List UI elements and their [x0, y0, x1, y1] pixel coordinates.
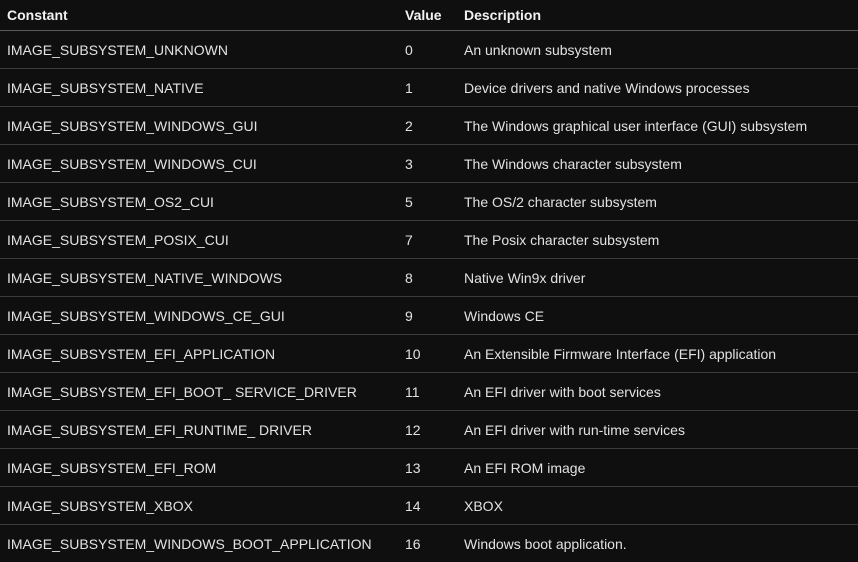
value-cell: 13 [397, 449, 457, 487]
value-cell: 16 [397, 525, 457, 562]
description-cell: The Windows character subsystem [457, 145, 858, 183]
table-row: IMAGE_SUBSYSTEM_EFI_RUNTIME_ DRIVER12An … [0, 411, 858, 449]
value-cell: 11 [397, 373, 457, 411]
constant-cell: IMAGE_SUBSYSTEM_WINDOWS_GUI [0, 107, 397, 145]
description-cell: An unknown subsystem [457, 31, 858, 69]
table-row: IMAGE_SUBSYSTEM_WINDOWS_GUI2The Windows … [0, 107, 858, 145]
header-value: Value [397, 0, 457, 31]
value-cell: 10 [397, 335, 457, 373]
table-row: IMAGE_SUBSYSTEM_POSIX_CUI7The Posix char… [0, 221, 858, 259]
value-cell: 7 [397, 221, 457, 259]
description-cell: The Windows graphical user interface (GU… [457, 107, 858, 145]
value-cell: 9 [397, 297, 457, 335]
table-row: IMAGE_SUBSYSTEM_XBOX14XBOX [0, 487, 858, 525]
description-cell: Windows boot application. [457, 525, 858, 562]
constant-cell: IMAGE_SUBSYSTEM_OS2_CUI [0, 183, 397, 221]
constant-cell: IMAGE_SUBSYSTEM_WINDOWS_BOOT_APPLICATION [0, 525, 397, 562]
constant-cell: IMAGE_SUBSYSTEM_WINDOWS_CUI [0, 145, 397, 183]
table-row: IMAGE_SUBSYSTEM_WINDOWS_CUI3The Windows … [0, 145, 858, 183]
header-row: Constant Value Description [0, 0, 858, 31]
table-header: Constant Value Description [0, 0, 858, 31]
header-constant: Constant [0, 0, 397, 31]
value-cell: 2 [397, 107, 457, 145]
table-row: IMAGE_SUBSYSTEM_UNKNOWN0An unknown subsy… [0, 31, 858, 69]
description-cell: Device drivers and native Windows proces… [457, 69, 858, 107]
value-cell: 0 [397, 31, 457, 69]
description-cell: An Extensible Firmware Interface (EFI) a… [457, 335, 858, 373]
table-row: IMAGE_SUBSYSTEM_EFI_BOOT_ SERVICE_DRIVER… [0, 373, 858, 411]
table-row: IMAGE_SUBSYSTEM_NATIVE1Device drivers an… [0, 69, 858, 107]
constant-cell: IMAGE_SUBSYSTEM_EFI_RUNTIME_ DRIVER [0, 411, 397, 449]
value-cell: 1 [397, 69, 457, 107]
header-description: Description [457, 0, 858, 31]
value-cell: 8 [397, 259, 457, 297]
constant-cell: IMAGE_SUBSYSTEM_POSIX_CUI [0, 221, 397, 259]
table-row: IMAGE_SUBSYSTEM_WINDOWS_CE_GUI9Windows C… [0, 297, 858, 335]
constant-cell: IMAGE_SUBSYSTEM_NATIVE_WINDOWS [0, 259, 397, 297]
value-cell: 14 [397, 487, 457, 525]
table-body: IMAGE_SUBSYSTEM_UNKNOWN0An unknown subsy… [0, 31, 858, 562]
constant-cell: IMAGE_SUBSYSTEM_EFI_BOOT_ SERVICE_DRIVER [0, 373, 397, 411]
constant-cell: IMAGE_SUBSYSTEM_NATIVE [0, 69, 397, 107]
table-row: IMAGE_SUBSYSTEM_OS2_CUI5The OS/2 charact… [0, 183, 858, 221]
table-row: IMAGE_SUBSYSTEM_WINDOWS_BOOT_APPLICATION… [0, 525, 858, 562]
constant-cell: IMAGE_SUBSYSTEM_XBOX [0, 487, 397, 525]
constant-cell: IMAGE_SUBSYSTEM_EFI_ROM [0, 449, 397, 487]
description-cell: The OS/2 character subsystem [457, 183, 858, 221]
constant-cell: IMAGE_SUBSYSTEM_WINDOWS_CE_GUI [0, 297, 397, 335]
constant-cell: IMAGE_SUBSYSTEM_EFI_APPLICATION [0, 335, 397, 373]
description-cell: Native Win9x driver [457, 259, 858, 297]
description-cell: XBOX [457, 487, 858, 525]
value-cell: 12 [397, 411, 457, 449]
description-cell: The Posix character subsystem [457, 221, 858, 259]
description-cell: An EFI ROM image [457, 449, 858, 487]
constant-cell: IMAGE_SUBSYSTEM_UNKNOWN [0, 31, 397, 69]
value-cell: 5 [397, 183, 457, 221]
description-cell: Windows CE [457, 297, 858, 335]
description-cell: An EFI driver with run-time services [457, 411, 858, 449]
table-row: IMAGE_SUBSYSTEM_EFI_APPLICATION10An Exte… [0, 335, 858, 373]
table-row: IMAGE_SUBSYSTEM_NATIVE_WINDOWS8Native Wi… [0, 259, 858, 297]
value-cell: 3 [397, 145, 457, 183]
description-cell: An EFI driver with boot services [457, 373, 858, 411]
subsystem-table: Constant Value Description IMAGE_SUBSYST… [0, 0, 858, 562]
table-row: IMAGE_SUBSYSTEM_EFI_ROM13An EFI ROM imag… [0, 449, 858, 487]
